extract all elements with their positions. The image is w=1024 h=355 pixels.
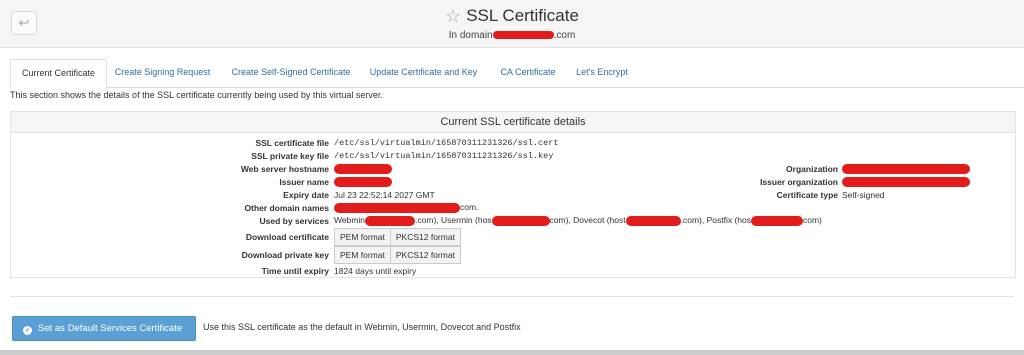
label-download-cert: Download certificate (245, 232, 329, 242)
label-other-domains: Other domain names (244, 203, 329, 213)
redaction (625, 215, 681, 226)
value-key-file: /etc/ssl/virtualmin/165870311231326/ssl.… (334, 151, 554, 161)
other-domains-suffix: com. (460, 202, 479, 212)
value-issuer (334, 176, 392, 187)
label-web-hostname: Web server hostname (240, 164, 329, 174)
redaction (842, 163, 970, 174)
subtitle-prefix: In domain (448, 30, 493, 41)
download-key-pem-button[interactable]: PEM format (334, 246, 391, 264)
set-default-description: Use this SSL certificate as the default … (203, 322, 521, 332)
redaction (492, 31, 554, 40)
download-key-pkcs12-button[interactable]: PKCS12 format (390, 246, 461, 264)
redaction (491, 215, 550, 226)
service-webmin: Webmin (334, 215, 366, 225)
label-cert-type: Certificate type (776, 190, 838, 200)
tab-create-self-signed[interactable]: Create Self-Signed Certificate (226, 59, 356, 87)
value-organization (842, 163, 970, 174)
tab-bar: Current Certificate Create Signing Reque… (10, 59, 1024, 89)
value-time-expiry: 1824 days until expiry (334, 266, 417, 276)
service-dovecot: com), Dovecot (host (549, 215, 626, 225)
redaction (751, 215, 803, 226)
redaction (334, 176, 392, 187)
value-expiry: Jul 23 22:52:14 2027 GMT (334, 190, 435, 200)
label-used-by: Used by services (259, 216, 329, 226)
page-subtitle: In domain .com (0, 30, 1024, 41)
label-key-file: SSL private key file (251, 151, 329, 161)
redaction (842, 176, 970, 187)
page-title: SSL Certificate (466, 6, 579, 25)
service-postfix: .com), Postfix (hos (680, 215, 751, 225)
value-web-hostname (334, 163, 392, 174)
set-default-label: Set as Default Services Certificate (38, 323, 183, 334)
download-cert-group: PEM format PKCS12 format (334, 228, 461, 246)
star-outline-icon[interactable]: ☆ (445, 6, 461, 26)
certificate-details-panel: Current SSL certificate details SSL cert… (10, 111, 1016, 278)
service-end: com) (803, 215, 822, 225)
tab-lets-encrypt[interactable]: Let's Encrypt (572, 59, 632, 87)
label-download-key: Download private key (241, 250, 329, 260)
check-circle-icon: ✓ (23, 326, 32, 335)
redaction (334, 163, 392, 174)
subtitle-suffix: .com (553, 30, 576, 41)
redaction (365, 215, 416, 226)
tab-current-certificate[interactable]: Current Certificate (10, 59, 107, 89)
intro-text: This section shows the details of the SS… (10, 90, 383, 100)
page-title-row: ☆ SSL Certificate (0, 6, 1024, 27)
set-default-services-button[interactable]: ✓ Set as Default Services Certificate (12, 316, 196, 341)
redaction (334, 202, 460, 213)
bottom-scroll-bar (0, 350, 1024, 355)
value-cert-file: /etc/ssl/virtualmin/165870311231326/ssl.… (334, 138, 559, 148)
value-issuer-organization (842, 176, 970, 187)
label-organization: Organization (786, 164, 838, 174)
tab-update-certificate[interactable]: Update Certificate and Key (366, 59, 481, 87)
download-key-group: PEM format PKCS12 format (334, 246, 461, 264)
label-issuer-organization: Issuer organization (760, 177, 838, 187)
tab-ca-certificate[interactable]: CA Certificate (493, 59, 563, 87)
label-cert-file: SSL certificate file (255, 138, 329, 148)
label-issuer: Issuer name (279, 177, 329, 187)
tab-create-signing-request[interactable]: Create Signing Request (112, 59, 213, 87)
download-cert-pem-button[interactable]: PEM format (334, 228, 391, 246)
download-cert-pkcs12-button[interactable]: PKCS12 format (390, 228, 461, 246)
value-cert-type: Self-signed (842, 190, 885, 200)
divider (10, 296, 1014, 297)
service-usermin: .com), Usermin (hos (415, 215, 492, 225)
label-time-expiry: Time until expiry (261, 266, 329, 276)
label-expiry: Expiry date (283, 190, 329, 200)
header-bar: ↩ ☆ SSL Certificate In domain .com (0, 0, 1024, 48)
panel-title: Current SSL certificate details (11, 112, 1015, 133)
value-used-by: Webmin .com), Usermin (hos com), Dovecot (… (334, 215, 822, 226)
value-other-domains: com. (334, 202, 478, 213)
page-header: ☆ SSL Certificate In domain .com (0, 6, 1024, 41)
